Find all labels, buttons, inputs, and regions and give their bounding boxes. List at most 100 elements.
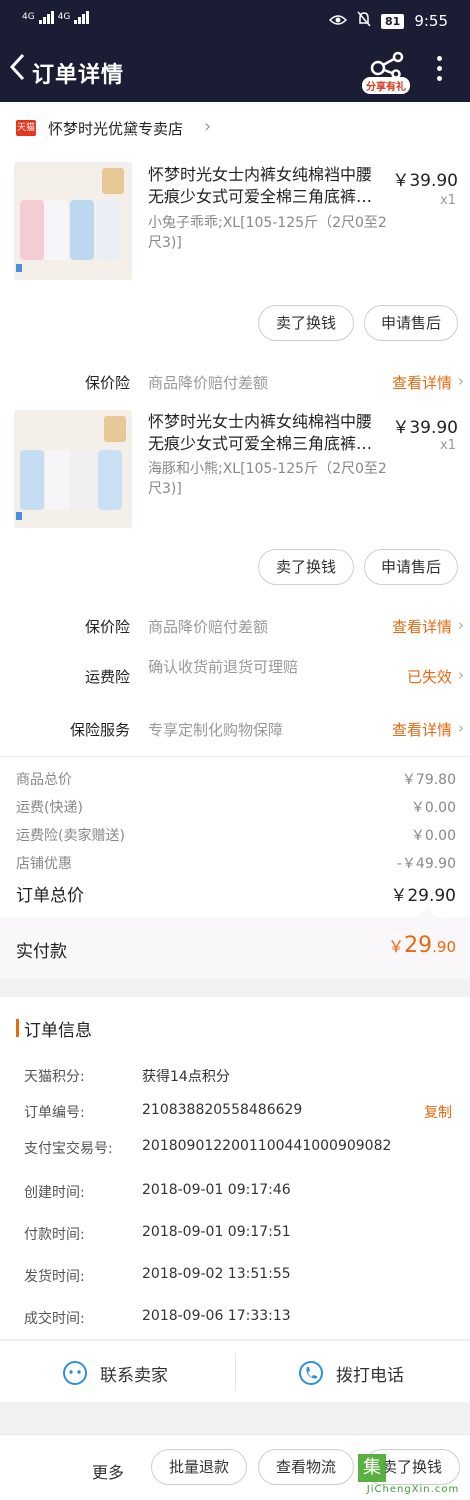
section-marker — [16, 1019, 19, 1037]
view-details-link-2[interactable]: 查看详情 — [392, 616, 452, 637]
price-protection-desc-2: 商品降价赔付差额 — [148, 618, 269, 636]
product-title-2[interactable]: 怀梦时光女士内裤女纯棉裆中腰无痕少女式可爱全棉三角底裤… — [148, 411, 386, 455]
info-label: 天猫积分: — [24, 1069, 85, 1085]
product-image-1[interactable] — [14, 162, 132, 280]
info-value: 2018090122001100441000909082 — [142, 1138, 392, 1154]
price-protection-row-2[interactable]: 保价险 商品降价赔付差额 查看详情 › — [0, 612, 470, 642]
product-sku-1: 小兔子乖乖;XL[105-125斤（2尺0至2尺3)] — [148, 215, 387, 251]
info-label: 支付宝交易号: — [24, 1141, 113, 1157]
shipping-insurance-status[interactable]: 已失效 — [407, 666, 452, 687]
paid-integer: 29 — [404, 933, 433, 958]
paid-row: 实付款 ￥29.90 — [0, 917, 470, 979]
contact-bar: 联系卖家 拨打电话 — [0, 1340, 470, 1402]
order-total-value: ￥29.90 — [390, 886, 456, 906]
contact-seller-button[interactable]: 联系卖家 — [0, 1341, 235, 1403]
shop-name: 怀梦时光优黛专卖店 — [48, 120, 184, 138]
product-qty-2: x1 — [440, 438, 456, 453]
view-logistics-button[interactable]: 查看物流 — [258, 1449, 354, 1485]
price-protection-label-1: 保价险 — [84, 374, 130, 392]
back-icon[interactable] — [8, 52, 26, 90]
shipping-insurance-desc: 确认收货前退货可理赔 — [148, 658, 299, 676]
paid-amount: ￥29.90 — [388, 933, 456, 958]
shop-row[interactable]: 天猫 怀梦时光优黛专卖店 › — [0, 102, 470, 152]
info-label: 付款时间: — [24, 1227, 85, 1243]
network-type-2: 4G — [57, 12, 71, 22]
paid-decimal: .90 — [432, 938, 456, 956]
insurance-service-row[interactable]: 保险服务 专享定制化购物保障 查看详情 › — [0, 715, 470, 745]
order-total-row: 订单总价 ￥29.90 — [16, 881, 456, 906]
signal-area: 4G 4G — [22, 10, 90, 24]
shipping-insurance-label: 运费险 — [84, 668, 130, 686]
paid-currency: ￥ — [388, 937, 405, 956]
summary-row-shipping-insurance: 运费险(卖家赠送) ￥0.00 — [16, 825, 456, 847]
insurance-service-desc: 专享定制化购物保障 — [148, 721, 284, 739]
info-value: 2018-09-06 17:33:13 — [142, 1308, 291, 1324]
price-protection-desc-1: 商品降价赔付差额 — [148, 374, 269, 392]
signal-icon-2 — [74, 10, 90, 24]
product-price-2: ￥39.90 — [392, 418, 458, 438]
phone-icon — [298, 1359, 324, 1391]
info-value: 获得14点积分 — [142, 1069, 230, 1085]
insurance-view-details-link[interactable]: 查看详情 — [392, 719, 452, 740]
info-label: 发货时间: — [24, 1269, 85, 1285]
share-icon — [370, 51, 404, 79]
summary-value: ￥0.00 — [410, 828, 456, 844]
batch-refund-button[interactable]: 批量退款 — [151, 1449, 247, 1485]
sell-button-2[interactable]: 卖了换钱 — [258, 549, 354, 585]
summary-value: ￥79.80 — [401, 772, 456, 788]
order-info-card: 订单信息 — [0, 997, 470, 1339]
summary-label: 商品总价 — [16, 772, 72, 788]
call-button[interactable]: 拨打电话 — [236, 1341, 470, 1403]
info-label: 成交时间: — [24, 1311, 85, 1327]
chevron-right-icon: › — [458, 666, 464, 684]
order-number: 210838820558486629 — [142, 1102, 303, 1118]
more-options-icon[interactable] — [432, 56, 446, 86]
price-protection-row-1[interactable]: 保价险 商品降价赔付差额 查看详情 › — [0, 368, 470, 398]
status-right: 81 9:55 — [328, 11, 448, 31]
summary-label: 运费(快递) — [16, 800, 83, 816]
product-price-1: ￥39.90 — [392, 171, 458, 191]
chevron-right-icon: › — [458, 372, 464, 390]
network-type-1: 4G — [22, 12, 35, 22]
clock: 9:55 — [414, 12, 448, 30]
tmall-icon: 天猫 — [16, 120, 36, 136]
view-details-link-1[interactable]: 查看详情 — [392, 372, 452, 393]
watermark-text: JiChengXin.com — [366, 1484, 460, 1495]
paid-label: 实付款 — [16, 942, 67, 962]
summary-row-shipping: 运费(快递) ￥0.00 — [16, 797, 456, 819]
summary-label: 运费险(卖家赠送) — [16, 828, 125, 844]
order-info-header: 订单信息 — [24, 1021, 92, 1041]
order-total-label: 订单总价 — [16, 886, 84, 906]
product-sku-2: 海豚和小熊;XL[105-125斤（2尺0至2尺3)] — [148, 461, 387, 497]
shipping-insurance-row[interactable]: 运费险 确认收货前退货可理赔 已失效 › — [0, 658, 470, 702]
eye-icon — [328, 12, 348, 30]
chat-icon — [62, 1360, 88, 1390]
after-sale-button-1[interactable]: 申请售后 — [364, 305, 458, 341]
signal-icon — [38, 10, 54, 24]
info-label: 订单编号: — [24, 1105, 85, 1121]
status-bar: 4G 4G 81 9:55 — [0, 0, 470, 40]
insurance-service-label: 保险服务 — [69, 721, 130, 739]
watermark: 集 JiChengXin.com — [356, 1452, 470, 1500]
summary-label: 店铺优惠 — [16, 856, 72, 872]
product-image-2[interactable] — [14, 410, 132, 528]
more-button[interactable]: 更多 — [92, 1459, 124, 1483]
info-value: 2018-09-02 13:51:55 — [142, 1266, 291, 1282]
chevron-right-icon: › — [204, 116, 212, 137]
summary-row-goods: 商品总价 ￥79.80 — [16, 769, 456, 791]
product-title-1[interactable]: 怀梦时光女士内裤女纯棉裆中腰无痕少女式可爱全棉三角底裤… — [148, 164, 386, 208]
info-label: 创建时间: — [24, 1185, 85, 1201]
battery-icon: 81 — [381, 13, 405, 29]
share-badge[interactable]: 分享有礼 — [362, 77, 410, 94]
summary-value: ￥0.00 — [410, 800, 456, 816]
product-qty-1: x1 — [440, 193, 456, 208]
summary-value: -￥49.90 — [396, 856, 456, 872]
info-value: 2018-09-01 09:17:51 — [142, 1224, 291, 1240]
price-protection-label-2: 保价险 — [84, 618, 130, 636]
after-sale-button-2[interactable]: 申请售后 — [364, 549, 458, 585]
copy-button[interactable]: 复制 — [424, 1102, 452, 1122]
mute-icon — [357, 11, 371, 31]
call-label: 拨打电话 — [336, 1366, 404, 1386]
sell-button-1[interactable]: 卖了换钱 — [258, 305, 354, 341]
contact-seller-label: 联系卖家 — [100, 1366, 168, 1386]
